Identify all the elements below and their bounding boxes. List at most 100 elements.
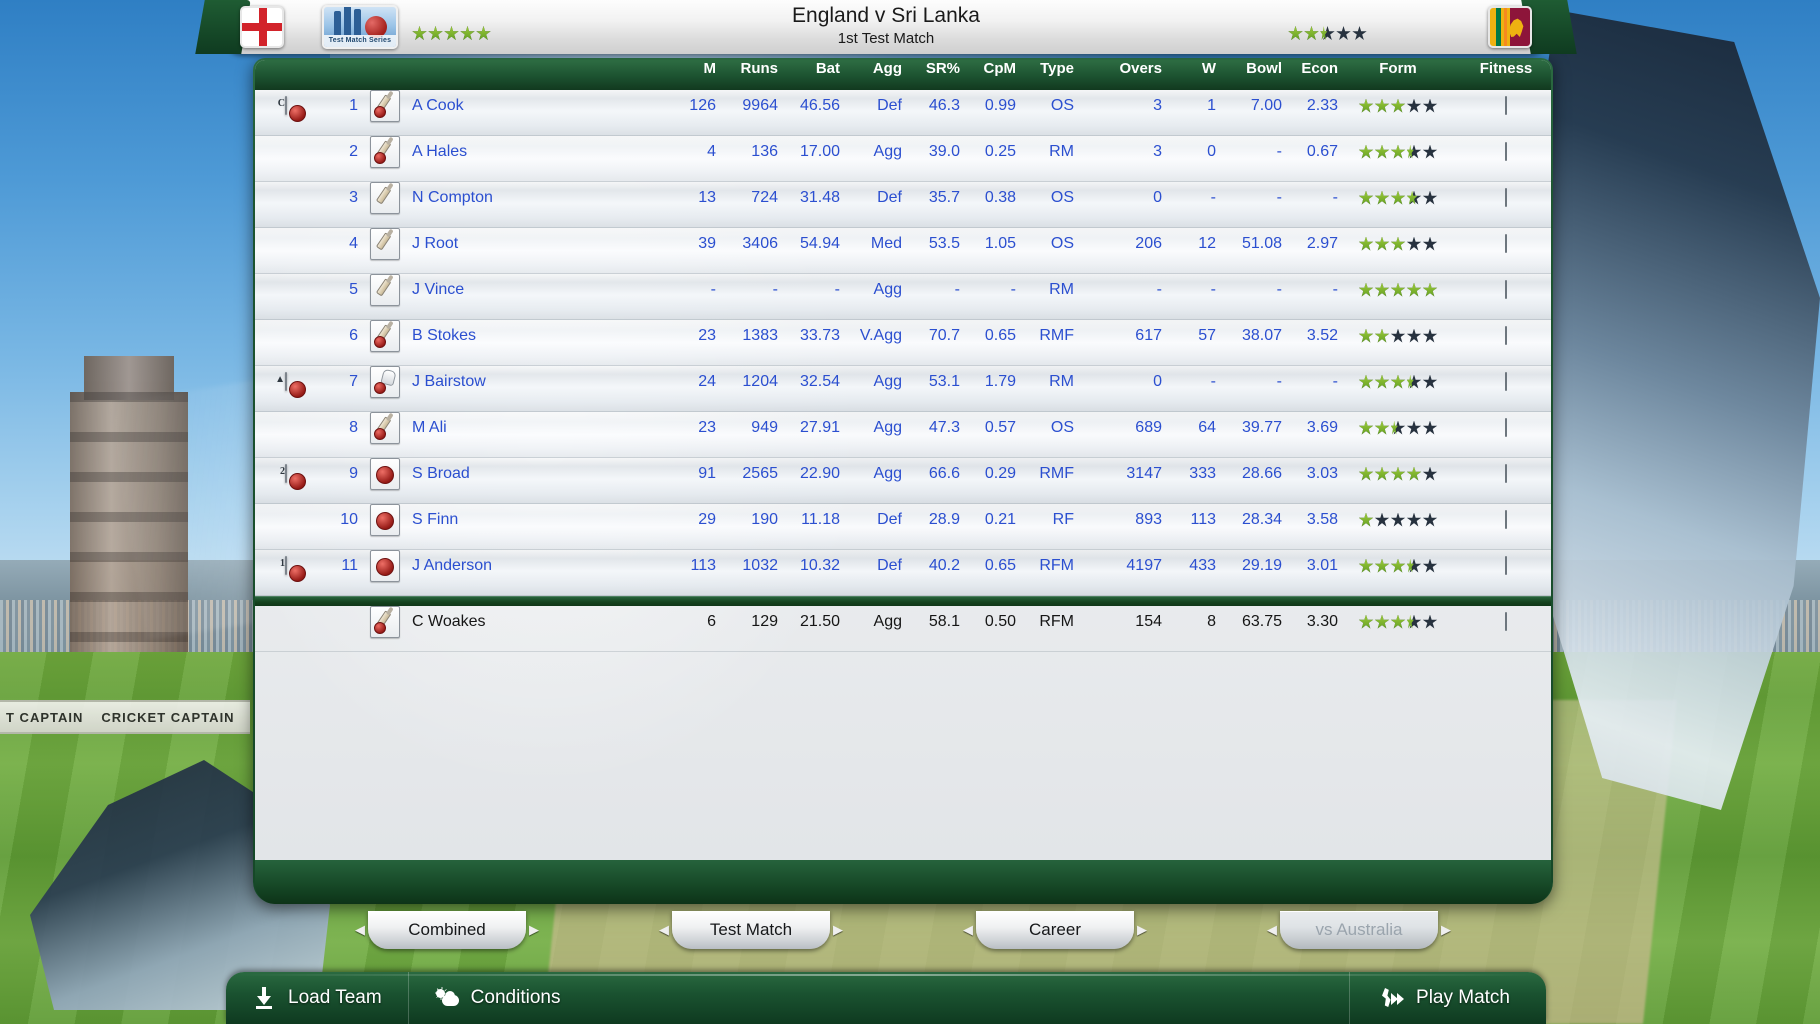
star [476,26,491,41]
tab-prev-arrow[interactable]: ◀ [960,917,976,943]
row-badge-cell[interactable]: C [255,96,317,122]
role-keeper-icon [370,366,400,398]
tab-next-arrow[interactable]: ▶ [1438,917,1454,943]
col-header-type[interactable]: Type [1021,60,1079,77]
table-row[interactable]: 1 11 J Anderson 113 1032 10.32 Def 40.2 0.65 RFM 4… [255,550,1551,596]
row-wickets: - [1210,281,1216,298]
conditions-button[interactable]: Conditions [409,972,587,1024]
row-badge-cell[interactable]: 1 [255,556,317,582]
play-match-button[interactable]: Play Match [1349,972,1546,1024]
star [1358,282,1374,298]
row-overs: 206 [1135,235,1162,252]
table-row[interactable]: ▲ 7 J Bairstow 24 1204 32.54 Agg 53.1 1.79 RM 0 - - - [255,366,1551,412]
row-role-cell[interactable] [363,550,407,582]
tab-prev-arrow[interactable]: ◀ [1264,917,1280,943]
load-team-button[interactable]: Load Team [226,972,409,1024]
row-role-cell[interactable] [363,274,407,306]
table-row[interactable]: 2 A Hales 4 136 17.00 Agg 39.0 0.25 RM 3 0 - 0.67 [255,136,1551,182]
row-role-cell[interactable] [363,182,407,214]
tab-selector-3[interactable]: ◀ vs Australia ▶ [1225,910,1493,950]
tab-next-arrow[interactable]: ▶ [526,917,542,943]
row-player-name[interactable]: S Broad [407,465,667,483]
tab-next-arrow[interactable]: ▶ [830,917,846,943]
row-role-cell[interactable] [363,320,407,352]
row-player-name[interactable]: J Anderson [407,557,667,575]
captain-badge-icon[interactable]: C [278,96,306,122]
table-row[interactable]: C 1 A Cook 126 9964 46.56 Def 46.3 0.99 OS 3 1 7.00 2… [255,90,1551,136]
row-player-name[interactable]: M Ali [407,419,667,437]
col-header-overs[interactable]: Overs [1079,60,1167,77]
col-header-bat[interactable]: Bat [783,60,845,77]
row-strike-rate: 47.3 [928,419,960,436]
tab-label[interactable]: vs Australia [1280,911,1438,949]
col-header-form[interactable]: Form [1343,60,1453,77]
col-header-cpm[interactable]: CpM [965,60,1021,77]
row-player-name[interactable]: N Compton [407,189,667,207]
row-role-cell[interactable] [363,412,407,444]
row-cpm: 1.79 [984,373,1016,390]
tab-prev-arrow[interactable]: ◀ [656,917,672,943]
row-role-cell[interactable] [363,366,407,398]
row-player-name[interactable]: J Bairstow [407,373,667,391]
tab-label[interactable]: Combined [368,911,526,949]
tab-next-arrow[interactable]: ▶ [1134,917,1150,943]
row-player-name[interactable]: C Woakes [407,613,667,631]
row-aggression: Def [877,189,902,206]
bowler2-badge-icon[interactable]: 2 [280,464,306,490]
row-economy: 3.03 [1306,465,1338,482]
star [1406,374,1422,390]
row-player-name[interactable]: A Cook [407,97,667,115]
role-bat-ball-icon [370,90,400,122]
table-row[interactable]: C Woakes 6 129 21.50 Agg 58.1 0.50 RFM 154 8 63.75… [255,606,1551,652]
row-bowl-average: 29.19 [1241,557,1282,574]
tab-selector-1[interactable]: ◀ Test Match ▶ [617,910,885,950]
row-bowl-average: 28.66 [1241,465,1282,482]
row-bowl-type: RF [1052,511,1074,528]
star [1336,26,1351,41]
row-player-name[interactable]: S Finn [407,511,667,529]
row-player-name[interactable]: J Root [407,235,667,253]
tab-selector-2[interactable]: ◀ Career ▶ [921,910,1189,950]
row-role-cell[interactable] [363,90,407,122]
row-overs: 3 [1153,97,1162,114]
table-row[interactable]: 10 S Finn 29 190 11.18 Def 28.9 0.21 RF 893 113 28.… [255,504,1551,550]
col-header-w[interactable]: W [1167,60,1221,77]
row-role-cell[interactable] [363,504,407,536]
tab-selector-0[interactable]: ◀ Combined ▶ [313,910,581,950]
row-player-name[interactable]: B Stokes [407,327,667,345]
bowler1-badge-icon[interactable]: 1 [280,556,306,582]
col-header-m[interactable]: M [667,60,721,77]
table-row[interactable]: 3 N Compton 13 724 31.48 Def 35.7 0.38 OS 0 - - - [255,182,1551,228]
row-badge-cell[interactable]: 2 [255,464,317,490]
row-role-cell[interactable] [363,228,407,260]
row-bat-average: 33.73 [799,327,840,344]
tab-label[interactable]: Test Match [672,911,830,949]
table-row[interactable]: 2 9 S Broad 91 2565 22.90 Agg 66.6 0.29 RMF 3147 33… [255,458,1551,504]
row-bat-average: 46.56 [799,97,840,114]
conditions-label: Conditions [470,987,561,1008]
row-role-cell[interactable] [363,458,407,490]
star [1352,26,1367,41]
keeper-badge-icon[interactable]: ▲ [275,372,306,398]
row-role-cell[interactable] [363,606,407,638]
row-cpm: 0.21 [984,511,1016,528]
star [1422,144,1438,160]
star [1374,98,1390,114]
row-player-name[interactable]: A Hales [407,143,667,161]
table-row[interactable]: 8 M Ali 23 949 27.91 Agg 47.3 0.57 OS 689 64 39.77 3… [255,412,1551,458]
table-row[interactable]: 6 B Stokes 23 1383 33.73 V.Agg 70.7 0.65 RMF 617 5… [255,320,1551,366]
row-role-cell[interactable] [363,136,407,168]
row-matches: 29 [698,511,716,528]
table-row[interactable]: 5 J Vince - - - Agg - - RM - - - - [255,274,1551,320]
tab-prev-arrow[interactable]: ◀ [352,917,368,943]
row-player-name[interactable]: J Vince [407,281,667,299]
row-badge-cell[interactable]: ▲ [255,372,317,398]
table-row[interactable]: 4 J Root 39 3406 54.94 Med 53.5 1.05 OS 206 12 51.0… [255,228,1551,274]
tab-label[interactable]: Career [976,911,1134,949]
col-header-runs[interactable]: Runs [721,60,783,77]
col-header-bowl[interactable]: Bowl [1221,60,1287,77]
col-header-agg[interactable]: Agg [845,60,907,77]
col-header-econ[interactable]: Econ [1287,60,1343,77]
col-header-sr[interactable]: SR% [907,60,965,77]
col-header-fitness[interactable]: Fitness [1453,60,1551,77]
